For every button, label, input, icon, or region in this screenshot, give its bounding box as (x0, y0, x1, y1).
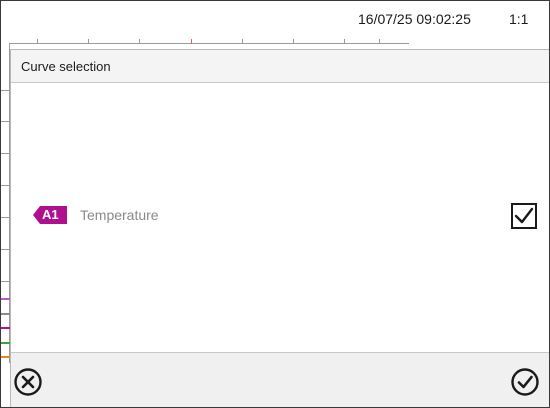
check-circle-icon (511, 368, 539, 396)
curve-row-temperature[interactable]: A1 Temperature (11, 203, 549, 231)
cancel-button[interactable] (13, 367, 43, 397)
background-curve-mark (1, 313, 10, 315)
curve-badge-label: A1 (42, 207, 59, 222)
background-axis-tick (1, 185, 10, 186)
background-chart-frame (9, 43, 409, 44)
background-chart-tick (191, 39, 192, 44)
background-chart-tick (379, 39, 380, 44)
background-axis-tick (1, 281, 10, 282)
background-chart-tick (139, 39, 140, 44)
background-chart-tick (293, 39, 294, 44)
dialog-header: Curve selection (11, 50, 549, 83)
background-curve-mark (1, 342, 10, 344)
background-curve-mark (1, 327, 10, 329)
background-chart-tick (344, 39, 345, 44)
curve-checkbox-temperature[interactable] (511, 203, 537, 229)
datetime-display: 16/07/25 09:02:25 (358, 11, 471, 27)
background-curve-mark (1, 356, 10, 358)
curve-selection-dialog: Curve selection A1 Temperature (10, 49, 549, 407)
background-axis-tick (1, 121, 10, 122)
background-axis-tick (1, 217, 10, 218)
background-axis-tick (1, 249, 10, 250)
dialog-title: Curve selection (21, 59, 111, 74)
status-bar: 16/07/25 09:02:25 1:1 (1, 1, 549, 39)
curve-badge-a1: A1 (33, 206, 67, 224)
background-axis-tick (1, 90, 10, 91)
checkmark-icon (514, 207, 534, 224)
controller-screen: 16/07/25 09:02:25 1:1 Curve selection A1 (0, 0, 550, 408)
dialog-footer (11, 352, 549, 407)
background-axis-tick (1, 153, 10, 154)
background-chart-tick (88, 39, 89, 44)
confirm-button[interactable] (510, 367, 540, 397)
curve-label: Temperature (80, 207, 159, 223)
zoom-ratio[interactable]: 1:1 (509, 11, 528, 27)
background-chart-tick (242, 39, 243, 44)
background-curve-mark (1, 298, 10, 300)
cancel-circle-icon (14, 368, 42, 396)
background-chart-tick (37, 39, 38, 44)
